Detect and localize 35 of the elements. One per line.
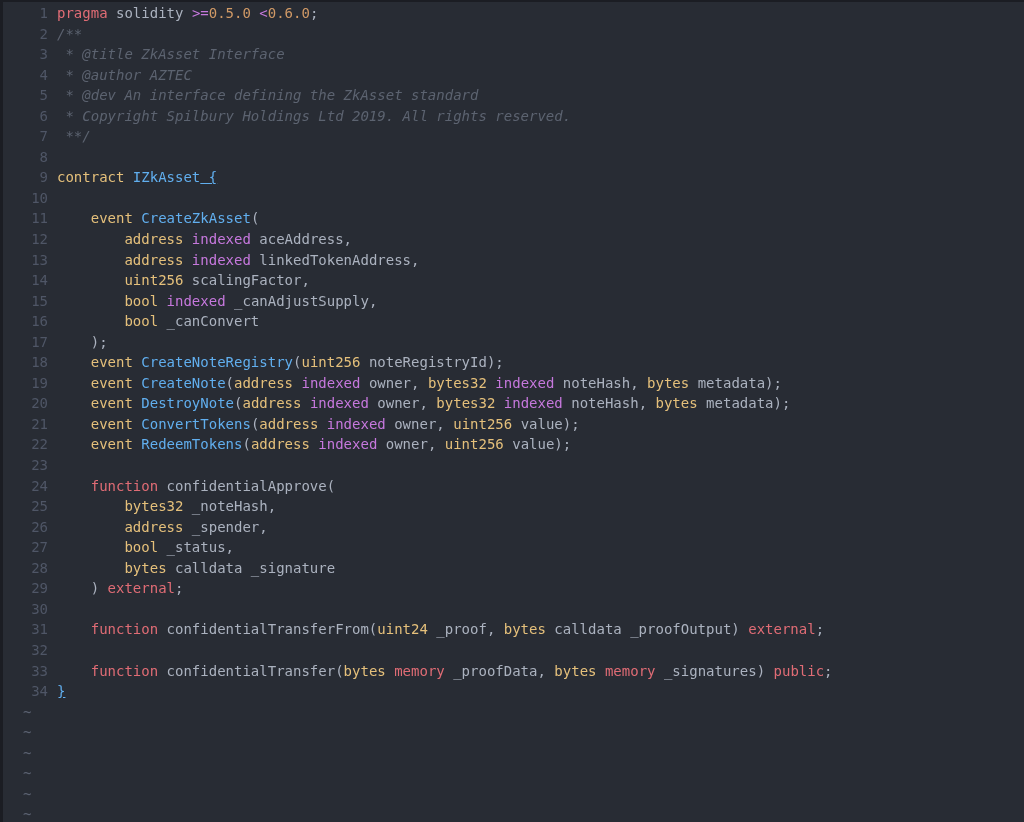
empty-line-marker: ~ — [23, 723, 32, 743]
code-line: * @dev An interface defining the ZkAsset standard — [64, 86, 479, 106]
code-line: bool indexed _canAdjustSupply, — [123, 291, 378, 312]
empty-line-marker: ~ — [23, 743, 32, 763]
code-line: * @author AZTEC — [64, 65, 192, 85]
code-line: function confidentialTransferFrom(uint24 _proof, bytes calldata _proofOutput) external; — [89, 620, 825, 640]
code-line: contract IZkAsset { — [57, 168, 218, 188]
code-line: ); — [89, 332, 108, 352]
code-line: address indexed linkedTokenAddress, — [123, 250, 420, 270]
code-line: event CreateNote(address indexed owner, bytes32 indexed noteHash, bytes metadata); — [89, 373, 782, 393]
empty-line-marker: ~ — [23, 805, 32, 822]
code-line: function confidentialApprove( — [89, 476, 336, 496]
code-line: event CreateZkAsset( — [89, 209, 260, 229]
code-line: ) external; — [89, 579, 184, 599]
code-line: * @title ZkAsset Interface — [64, 45, 285, 65]
code-line: address _spender, — [123, 517, 268, 538]
code-line: event DestroyNote(address indexed owner, bytes32 indexed noteHash, bytes metadata); — [89, 394, 791, 414]
code-line: event RedeemTokens(address indexed owner, uint256 value); — [89, 435, 572, 455]
empty-line-marker: ~ — [23, 764, 32, 784]
code-line: **/ — [64, 127, 91, 147]
code-line: event CreateNoteRegistry(uint256 noteRegistryId); — [89, 353, 504, 373]
empty-line-marker: ~ — [23, 784, 32, 804]
code-line: uint256 scalingFactor, — [123, 271, 310, 291]
code-line: event ConvertTokens(address indexed owner, uint256 value); — [89, 414, 580, 434]
code-line: bytes calldata _signature — [123, 558, 336, 579]
code-line: bool _canConvert — [123, 312, 260, 332]
empty-line-marker: ~ — [23, 702, 32, 722]
code-line: bool _status, — [123, 538, 234, 558]
code-line: /** — [57, 24, 83, 44]
code-line: * Copyright Spilbury Holdings Ltd 2019. All rights reserved. — [64, 106, 572, 126]
code-line: function confidentialTransfer(bytes memory _proofData, bytes memory _signatures) public; — [89, 661, 833, 682]
code-line: pragma solidity >=0.5.0 <0.6.0; — [57, 4, 319, 23]
code-line: } — [57, 682, 66, 702]
code-line: address indexed aceAddress, — [123, 230, 353, 249]
code-line: bytes32 _noteHash, — [123, 497, 277, 517]
